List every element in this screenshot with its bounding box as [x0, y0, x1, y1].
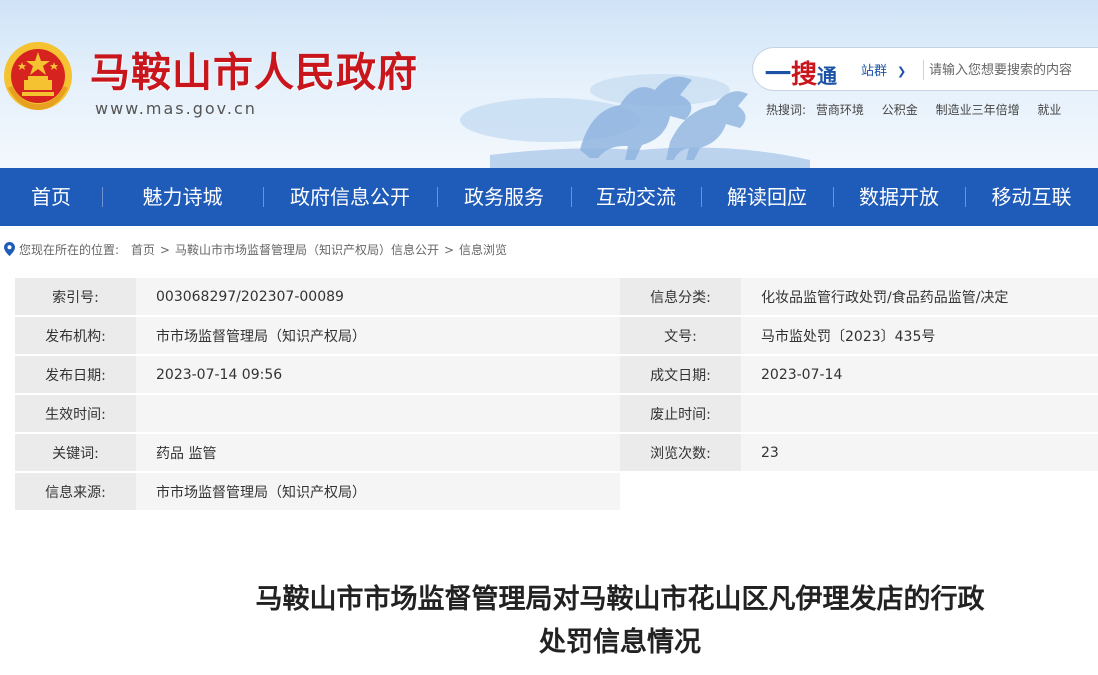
- table-row: 索引号: 003068297/202307-00089 信息分类: 化妆品监管行…: [15, 278, 1098, 317]
- doc-no-value: 马市监处罚〔2023〕435号: [741, 317, 1098, 356]
- main-nav: 首页 魅力诗城 政府信息公开 政务服务 互动交流 解读回应 数据开放 移动互联: [0, 168, 1098, 226]
- source-label: 信息来源:: [15, 473, 136, 512]
- info-table: 索引号: 003068297/202307-00089 信息分类: 化妆品监管行…: [15, 278, 1098, 512]
- source-value: 市市场监督管理局（知识产权局）: [136, 473, 620, 512]
- keywords-value: 药品 监管: [136, 434, 620, 473]
- national-emblem-icon: [4, 42, 72, 110]
- breadcrumb-current[interactable]: 信息浏览: [459, 243, 507, 257]
- article-title-line-2: 处罚信息情况: [539, 627, 701, 658]
- nav-item-gov-info[interactable]: 政府信息公开: [263, 168, 437, 226]
- article-title: 马鞍山市市场监督管理局对马鞍山市花山区凡伊理发店的行政 处罚信息情况: [200, 578, 1040, 664]
- hot-search-label: 热搜词:: [766, 103, 807, 117]
- hot-word-link[interactable]: 营商环境: [816, 103, 864, 117]
- chevron-down-icon: ❯: [897, 65, 907, 78]
- views-value: 23: [741, 434, 1098, 473]
- search-divider: [923, 60, 924, 80]
- search-logo-char-3: 通: [817, 64, 838, 88]
- breadcrumb-separator: >: [159, 243, 170, 257]
- keywords-label: 关键词:: [15, 434, 136, 473]
- breadcrumb-prefix: 您现在所在的位置:: [19, 243, 120, 257]
- nav-item-interaction[interactable]: 互动交流: [571, 168, 701, 226]
- publish-date-value: 2023-07-14 09:56: [136, 356, 620, 395]
- search-scope-label: 站群: [861, 64, 888, 79]
- effective-value: [136, 395, 620, 434]
- nav-item-open-data[interactable]: 数据开放: [833, 168, 965, 226]
- table-row: 发布机构: 市市场监督管理局（知识产权局） 文号: 马市监处罚〔2023〕435…: [15, 317, 1098, 356]
- index-no-value: 003068297/202307-00089: [136, 278, 620, 317]
- site-url: www.mas.gov.cn: [95, 99, 257, 118]
- breadcrumb-bureau[interactable]: 马鞍山市市场监督管理局（知识产权局）信息公开: [175, 243, 439, 257]
- search-logo: 一搜通: [765, 54, 837, 91]
- search-logo-char-1: 一: [765, 60, 792, 90]
- expire-label: 废止时间:: [620, 395, 741, 434]
- breadcrumb-separator: >: [443, 243, 455, 257]
- created-date-value: 2023-07-14: [741, 356, 1098, 395]
- site-title[interactable]: 马鞍山市人民政府: [90, 40, 418, 98]
- category-value: 化妆品监管行政处罚/食品药品监管/决定: [741, 278, 1098, 317]
- search-logo-char-2: 搜: [791, 60, 818, 90]
- publish-date-label: 发布日期:: [15, 356, 136, 395]
- nav-item-mobile[interactable]: 移动互联: [965, 168, 1098, 226]
- doc-no-label: 文号:: [620, 317, 741, 356]
- table-row: 发布日期: 2023-07-14 09:56 成文日期: 2023-07-14: [15, 356, 1098, 395]
- search-scope-select[interactable]: 站群 ❯: [861, 60, 906, 79]
- search-input[interactable]: [929, 56, 1098, 84]
- nav-item-poetry-city[interactable]: 魅力诗城: [102, 168, 263, 226]
- publisher-label: 发布机构:: [15, 317, 136, 356]
- publisher-value: 市市场监督管理局（知识产权局）: [136, 317, 620, 356]
- hot-word-link[interactable]: 制造业三年倍增: [936, 103, 1020, 117]
- hot-search-words: 热搜词: 营商环境 公积金 制造业三年倍增 就业: [766, 101, 1075, 118]
- nav-item-interpretation[interactable]: 解读回应: [701, 168, 833, 226]
- created-date-label: 成文日期:: [620, 356, 741, 395]
- breadcrumb: 您现在所在的位置: 首页 > 马鞍山市市场监督管理局（知识产权局）信息公开 > 信息浏览: [4, 241, 507, 258]
- index-no-label: 索引号:: [15, 278, 136, 317]
- breadcrumb-home[interactable]: 首页: [131, 243, 155, 257]
- hot-word-link[interactable]: 就业: [1037, 103, 1061, 117]
- article-title-line-1: 马鞍山市市场监督管理局对马鞍山市花山区凡伊理发店的行政: [255, 584, 985, 615]
- nav-item-gov-services[interactable]: 政务服务: [437, 168, 571, 226]
- effective-label: 生效时间:: [15, 395, 136, 434]
- category-label: 信息分类:: [620, 278, 741, 317]
- hot-word-link[interactable]: 公积金: [882, 103, 918, 117]
- table-row: 关键词: 药品 监管 浏览次数: 23: [15, 434, 1098, 473]
- expire-value: [741, 395, 1098, 434]
- table-row: 信息来源: 市市场监督管理局（知识产权局）: [15, 473, 1098, 512]
- table-row: 生效时间: 废止时间:: [15, 395, 1098, 434]
- empty-cell: [620, 473, 1098, 512]
- location-pin-icon: [4, 242, 15, 256]
- site-header: 马鞍山市人民政府 www.mas.gov.cn 一搜通 站群 ❯ 热搜词: 营商环…: [0, 0, 1098, 168]
- views-label: 浏览次数:: [620, 434, 741, 473]
- nav-item-home[interactable]: 首页: [0, 168, 102, 226]
- search-box: 一搜通 站群 ❯: [752, 47, 1098, 91]
